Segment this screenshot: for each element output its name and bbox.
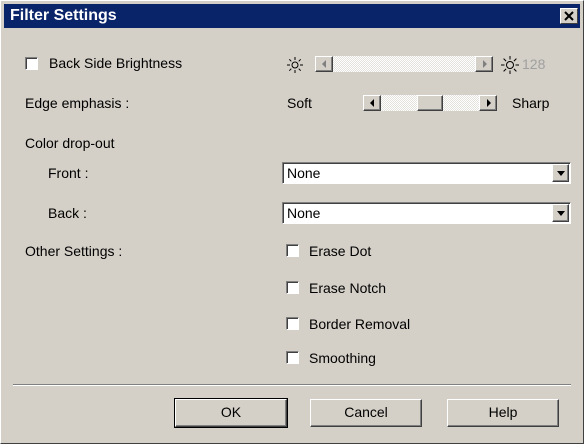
separator <box>13 384 571 386</box>
front-dropdown-value: None <box>287 165 321 181</box>
back-side-brightness-checkbox[interactable] <box>25 57 38 70</box>
edge-slider-thumb[interactable] <box>417 95 443 111</box>
edge-right-button[interactable] <box>479 95 497 111</box>
title-bar[interactable]: Filter Settings <box>4 4 580 28</box>
arrow-left-icon <box>322 60 326 68</box>
edge-soft-label: Soft <box>287 95 312 111</box>
edge-left-button[interactable] <box>363 95 381 111</box>
edge-emphasis-label: Edge emphasis : <box>25 95 130 111</box>
sun-icon <box>287 57 303 73</box>
erase-notch-label: Erase Notch <box>309 280 387 296</box>
brightness-value: 128 <box>522 56 546 72</box>
front-dropdown[interactable]: None <box>282 162 571 184</box>
front-dropdown-button[interactable] <box>552 164 569 182</box>
dialog-title: Filter Settings <box>10 7 117 24</box>
brightness-slider[interactable] <box>315 56 493 72</box>
chevron-down-icon <box>557 211 565 216</box>
sun-icon <box>501 56 519 74</box>
color-dropout-label: Color drop-out <box>25 135 115 151</box>
close-button[interactable] <box>560 8 578 24</box>
other-settings-label: Other Settings : <box>25 243 123 259</box>
erase-dot-label: Erase Dot <box>309 243 372 259</box>
back-dropdown-button[interactable] <box>552 204 569 222</box>
border-removal-checkbox[interactable] <box>286 317 299 330</box>
front-label: Front : <box>48 165 89 181</box>
back-side-brightness-label: Back Side Brightness <box>49 55 183 71</box>
help-button[interactable]: Help <box>447 399 559 427</box>
erase-notch-checkbox[interactable] <box>286 281 299 294</box>
arrow-left-icon <box>370 99 374 107</box>
edge-sharp-label: Sharp <box>512 95 550 111</box>
filter-settings-dialog: Filter Settings Back Side Brightness 128… <box>0 0 584 444</box>
border-removal-label: Border Removal <box>309 316 411 332</box>
smoothing-checkbox[interactable] <box>286 351 299 364</box>
ok-button[interactable]: OK <box>174 398 288 428</box>
smoothing-label: Smoothing <box>309 350 376 366</box>
back-dropdown[interactable]: None <box>282 202 571 224</box>
back-label: Back : <box>48 205 87 221</box>
brightness-left-button[interactable] <box>315 56 333 72</box>
cancel-button[interactable]: Cancel <box>310 399 422 427</box>
arrow-right-icon <box>487 99 491 107</box>
brightness-right-button[interactable] <box>475 56 493 72</box>
back-dropdown-value: None <box>287 205 321 221</box>
chevron-down-icon <box>557 171 565 176</box>
close-icon <box>564 11 574 21</box>
erase-dot-checkbox[interactable] <box>286 244 299 257</box>
arrow-right-icon <box>483 60 487 68</box>
